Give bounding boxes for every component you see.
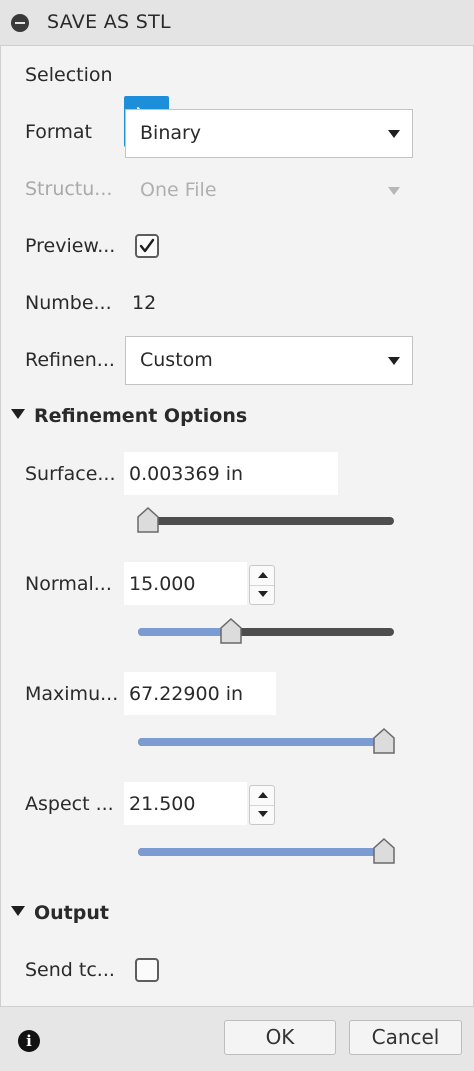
decrement-icon[interactable] [258, 811, 268, 817]
dialog-footer: i OK Cancel [0, 1006, 474, 1071]
surface-input[interactable]: 0.003369 in [124, 452, 338, 495]
maximum-slider[interactable] [138, 738, 394, 746]
format-dropdown[interactable]: Binary [125, 109, 413, 158]
refinement-options-header[interactable]: Refinement Options [11, 405, 247, 427]
normal-slider[interactable] [138, 628, 394, 636]
aspect-label: Aspect ... [25, 793, 114, 815]
send-checkbox[interactable] [135, 958, 159, 982]
surface-slider[interactable] [138, 517, 394, 525]
structure-value: One File [140, 179, 217, 201]
collapse-icon[interactable] [11, 14, 29, 32]
title-bar: SAVE AS STL [0, 0, 474, 46]
decrement-icon[interactable] [258, 591, 268, 597]
structure-label: Structu... [25, 178, 113, 200]
normal-label: Normal... [25, 573, 112, 595]
spinner-divider [250, 805, 274, 806]
checkmark-icon [139, 238, 155, 253]
aspect-input[interactable]: 21.500 [124, 782, 247, 825]
maximum-slider-thumb[interactable] [372, 728, 396, 755]
cancel-button[interactable]: Cancel [349, 1020, 462, 1055]
preview-label: Preview... [25, 235, 116, 257]
slider-fill [138, 628, 228, 636]
surface-slider-thumb[interactable] [136, 507, 160, 534]
aspect-slider[interactable] [138, 848, 394, 856]
maximum-input[interactable]: 67.22900 in [124, 672, 276, 715]
number-value: 12 [132, 292, 157, 314]
normal-slider-thumb[interactable] [219, 618, 243, 645]
slider-fill [138, 848, 394, 856]
normal-spinner[interactable] [249, 565, 275, 605]
slider-fill [138, 738, 394, 746]
expand-triangle-icon [11, 409, 25, 419]
info-icon[interactable]: i [18, 1030, 40, 1052]
structure-dropdown: One File [125, 166, 413, 215]
aspect-slider-thumb[interactable] [372, 838, 396, 865]
preview-checkbox[interactable] [135, 234, 159, 258]
normal-input[interactable]: 15.000 [124, 562, 247, 605]
ok-button[interactable]: OK [224, 1020, 336, 1055]
aspect-spinner[interactable] [249, 785, 275, 825]
send-label: Send tc... [25, 959, 115, 981]
maximum-label: Maximu... [25, 683, 119, 705]
output-title: Output [34, 902, 109, 924]
increment-icon[interactable] [258, 572, 268, 578]
format-value: Binary [140, 122, 202, 144]
refinement-label: Refinen... [25, 349, 115, 371]
dialog-body: Selection Format Binary Structu... One F… [0, 46, 474, 1006]
format-label: Format [25, 121, 92, 143]
refinement-options-title: Refinement Options [34, 405, 248, 427]
output-header[interactable]: Output [11, 902, 109, 924]
dropdown-caret-icon [388, 357, 400, 365]
number-label: Numbe... [25, 292, 112, 314]
dropdown-caret-icon [388, 187, 400, 195]
increment-icon[interactable] [258, 792, 268, 798]
refinement-value: Custom [140, 349, 213, 371]
spinner-divider [250, 585, 274, 586]
selection-label: Selection [25, 64, 113, 86]
surface-label: Surface... [25, 463, 116, 485]
dialog-title: SAVE AS STL [47, 11, 171, 33]
dropdown-caret-icon [388, 130, 400, 138]
refinement-dropdown[interactable]: Custom [125, 336, 413, 385]
expand-triangle-icon [11, 906, 25, 916]
